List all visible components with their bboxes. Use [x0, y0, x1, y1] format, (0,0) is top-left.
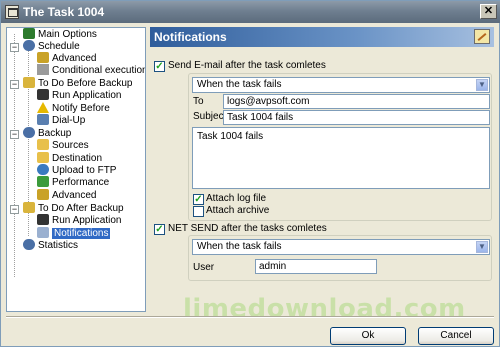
tree-item-notify-before[interactable]: Notify Before: [37, 102, 110, 114]
cancel-button[interactable]: Cancel: [418, 327, 494, 345]
user-field[interactable]: admin: [255, 259, 377, 274]
tree-item-run-application-after[interactable]: Run Application: [37, 214, 122, 226]
collapse-toggle-before-backup[interactable]: −: [10, 80, 19, 89]
folder-icon: [37, 152, 49, 163]
email-condition-select[interactable]: When the task fails ▼: [192, 77, 490, 93]
tree-line: [14, 34, 15, 277]
notifications-panel: ✓ Send E-mail after the task comletes Wh…: [150, 49, 494, 313]
folder-icon: [23, 77, 35, 88]
tree-item-to-do-before-backup[interactable]: To Do Before Backup: [23, 77, 133, 89]
tree-item-upload-to-ftp[interactable]: Upload to FTP: [37, 164, 116, 176]
footer-separator: [6, 316, 494, 318]
attach-log-label: Attach log file: [206, 193, 267, 204]
subject-field[interactable]: Task 1004 fails: [223, 110, 490, 125]
section-header: Notifications: [150, 27, 494, 47]
task-window: The Task 1004 ✕ − − − − Main Options Sch…: [0, 0, 500, 347]
watermark: limedownload.com: [183, 294, 466, 324]
tree-item-performance[interactable]: Performance: [37, 176, 109, 188]
performance-icon: [37, 176, 49, 187]
tree-item-advanced-backup[interactable]: Advanced: [37, 189, 96, 201]
edit-icon[interactable]: [474, 29, 490, 44]
chevron-down-icon[interactable]: ▼: [476, 241, 488, 253]
net-send-condition-select[interactable]: When the task fails ▼: [192, 239, 490, 255]
main-options-icon: [23, 28, 35, 39]
attach-log-checkbox[interactable]: ✓: [193, 194, 204, 205]
app-icon: [5, 5, 19, 19]
title-bar[interactable]: The Task 1004 ✕: [1, 1, 500, 23]
net-send-label: NET SEND after the tasks comletes: [168, 223, 327, 234]
advanced-icon: [37, 189, 49, 200]
tree-item-backup[interactable]: Backup: [23, 127, 71, 139]
section-title: Notifications: [154, 30, 227, 44]
phone-icon: [37, 114, 49, 125]
warning-icon: [37, 102, 49, 113]
tree-item-run-application-before[interactable]: Run Application: [37, 89, 122, 101]
clock-icon: [23, 40, 35, 51]
terminal-icon: [37, 214, 49, 225]
folder-icon: [37, 139, 49, 150]
tree-line: [28, 211, 29, 236]
tree-item-sources[interactable]: Sources: [37, 139, 89, 151]
tree-item-schedule[interactable]: Schedule: [23, 40, 80, 52]
tree-item-conditional-execution[interactable]: Conditional execution: [37, 64, 145, 76]
to-label: To: [193, 96, 204, 107]
net-send-checkbox[interactable]: ✓: [154, 224, 165, 235]
subject-label: Subject: [193, 111, 227, 122]
attach-archive-label: Attach archive: [206, 205, 270, 216]
tree-item-to-do-after-backup[interactable]: To Do After Backup: [23, 202, 124, 214]
tree-item-notifications[interactable]: Notifications: [37, 227, 111, 239]
to-field[interactable]: logs@avpsoft.com: [223, 94, 490, 109]
terminal-icon: [37, 89, 49, 100]
tree-item-advanced[interactable]: Advanced: [37, 52, 96, 64]
window-title: The Task 1004: [23, 5, 105, 19]
collapse-toggle-after-backup[interactable]: −: [10, 205, 19, 214]
options-tree[interactable]: − − − − Main Options Schedule Advanced C…: [6, 27, 146, 312]
tree-line: [28, 86, 29, 126]
filter-icon: [37, 64, 49, 75]
collapse-toggle-schedule[interactable]: −: [10, 43, 19, 52]
tree-item-destination[interactable]: Destination: [37, 152, 102, 164]
send-email-label: Send E-mail after the task comletes: [168, 60, 326, 71]
ok-button[interactable]: Ok: [330, 327, 406, 345]
statistics-icon: [23, 239, 35, 250]
collapse-toggle-backup[interactable]: −: [10, 130, 19, 139]
send-email-checkbox[interactable]: ✓: [154, 61, 165, 72]
chevron-down-icon[interactable]: ▼: [476, 79, 488, 91]
folder-icon: [23, 202, 35, 213]
attach-archive-checkbox[interactable]: [193, 206, 204, 217]
globe-icon: [37, 164, 49, 175]
notifications-icon: [37, 227, 49, 238]
tree-item-dial-up[interactable]: Dial-Up: [37, 114, 85, 126]
user-label: User: [193, 262, 215, 273]
tree-line: [28, 48, 29, 78]
advanced-icon: [37, 52, 49, 63]
tree-item-main-options[interactable]: Main Options: [23, 28, 97, 40]
close-button[interactable]: ✕: [480, 4, 497, 19]
tree-item-statistics[interactable]: Statistics: [23, 239, 78, 251]
backup-icon: [23, 127, 35, 138]
email-body-textarea[interactable]: Task 1004 fails: [192, 127, 490, 189]
